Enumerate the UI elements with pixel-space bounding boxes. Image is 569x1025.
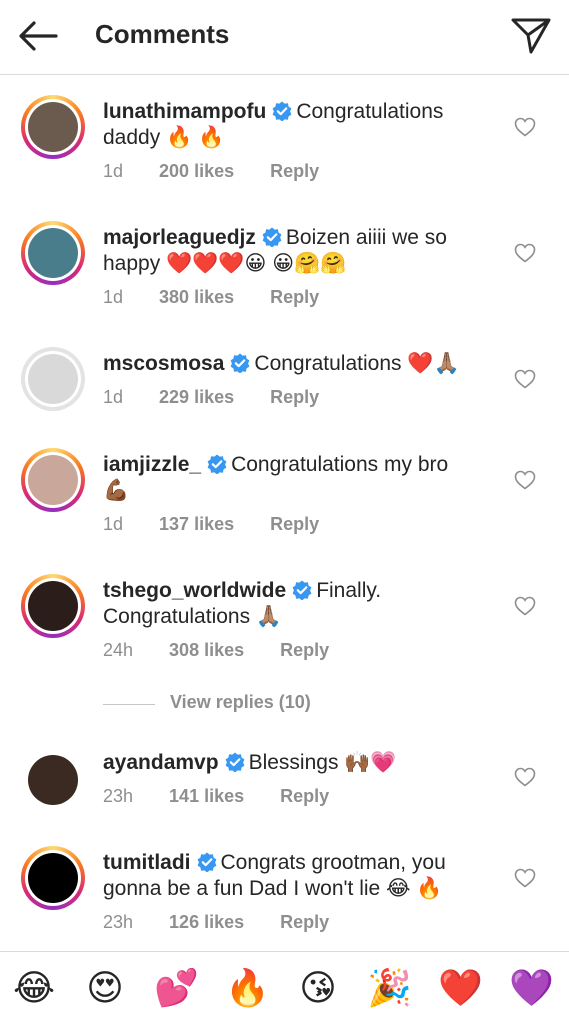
avatar-story-ring[interactable] [21, 95, 85, 159]
comment-body: iamjizzle_ Congratulations my bro 💪🏾 [103, 452, 473, 504]
emoji-party-popper-button[interactable]: 🎉 [367, 967, 412, 1011]
like-heart-icon[interactable] [514, 243, 536, 263]
comment-username[interactable]: ayandamvp [103, 751, 219, 774]
verified-badge-icon [207, 454, 227, 474]
emoji-heart-eyes-button[interactable]: 😍 [83, 967, 127, 1011]
like-heart-icon[interactable] [514, 767, 536, 787]
like-heart-icon[interactable] [514, 868, 536, 888]
divider-line [103, 704, 155, 705]
comment-text: Congratulations ❤️🙏🏽 [254, 352, 460, 375]
comment-text: Blessings 🙌🏾💗 [248, 751, 397, 774]
like-heart-icon[interactable] [514, 470, 536, 490]
avatar [28, 853, 78, 903]
comment-time: 24h [103, 640, 134, 660]
paper-plane-icon[interactable] [510, 16, 552, 56]
verified-badge-icon [262, 227, 282, 247]
comment-likes[interactable]: 200 likes [159, 161, 234, 181]
comment-meta: 1d 380 likes Reply [103, 287, 355, 308]
reply-button[interactable]: Reply [270, 287, 319, 307]
comment-username[interactable]: iamjizzle_ [103, 453, 201, 476]
view-replies-label[interactable]: View replies (10) [170, 692, 311, 713]
comment-likes[interactable]: 141 likes [169, 786, 244, 806]
avatar [28, 228, 78, 278]
comment-likes[interactable]: 308 likes [169, 640, 244, 660]
reply-button[interactable]: Reply [270, 514, 319, 534]
comment-username[interactable]: mscosmosa [103, 352, 224, 375]
avatar [28, 354, 78, 404]
avatar-story-ring[interactable] [21, 574, 85, 638]
comment-body: tshego_worldwide Finally. Congratulations… [103, 578, 473, 630]
comment-username[interactable]: lunathimampofu [103, 100, 266, 123]
emoji-laughing-button[interactable]: 😂 [12, 967, 56, 1011]
comment-meta: 23h 126 likes Reply [103, 912, 365, 933]
page-title: Comments [95, 19, 230, 49]
avatar-story-ring[interactable] [21, 448, 85, 512]
avatar-story-ring[interactable] [21, 846, 85, 910]
reply-button[interactable]: Reply [280, 912, 329, 932]
comment-likes[interactable]: 380 likes [159, 287, 234, 307]
verified-badge-icon [197, 852, 216, 872]
comment-likes[interactable]: 126 likes [169, 912, 244, 932]
emoji-kiss-button[interactable]: 😘 [296, 967, 340, 1011]
like-heart-icon[interactable] [514, 369, 536, 389]
verified-badge-icon [272, 101, 292, 121]
comment-body: ayandamvp Blessings 🙌🏾💗 [103, 750, 473, 776]
comment-body: tumitladi Congrats grootman, you gonna be… [103, 850, 473, 902]
comment-time: 1d [103, 514, 124, 534]
avatar-story-ring[interactable] [21, 221, 85, 285]
avatar [28, 102, 78, 152]
verified-badge-icon [292, 580, 312, 600]
comment-time: 23h [103, 912, 134, 932]
reply-button[interactable]: Reply [280, 786, 329, 806]
comment-time: 1d [103, 387, 124, 407]
emoji-two-hearts-button[interactable]: 💕 [154, 967, 199, 1011]
reply-button[interactable]: Reply [270, 161, 319, 181]
comment-likes[interactable]: 229 likes [159, 387, 234, 407]
comment-time: 23h [103, 786, 134, 806]
comment-meta: 1d 200 likes Reply [103, 161, 355, 182]
reply-button[interactable]: Reply [280, 640, 329, 660]
comment-time: 1d [103, 161, 124, 181]
comment-username[interactable]: tshego_worldwide [103, 579, 286, 602]
comment-body: majorleaguedjz Boizen aiiii we so happy ❤… [103, 225, 473, 277]
emoji-red-heart-button[interactable]: ❤️ [438, 967, 483, 1011]
comment-meta: 1d 137 likes Reply [103, 514, 355, 535]
comment-body: lunathimampofu Congratulations daddy 🔥 🔥 [103, 99, 473, 151]
comment-meta: 24h 308 likes Reply [103, 640, 365, 661]
comment-username[interactable]: tumitladi [103, 851, 191, 874]
top-bar: Comments [0, 0, 569, 75]
back-arrow-icon[interactable] [16, 18, 60, 54]
comment-time: 1d [103, 287, 124, 307]
like-heart-icon[interactable] [514, 117, 536, 137]
avatar [28, 581, 78, 631]
emoji-fire-button[interactable]: 🔥 [225, 967, 270, 1011]
comment-meta: 1d 229 likes Reply [103, 387, 355, 408]
emoji-purple-heart-button[interactable]: 💜 [509, 967, 554, 1011]
avatar [28, 455, 78, 505]
avatar-ring[interactable] [21, 748, 85, 812]
verified-badge-icon [225, 752, 244, 772]
comment-body: mscosmosa Congratulations ❤️🙏🏽 [103, 351, 473, 377]
avatar [28, 755, 78, 805]
avatar-ring[interactable] [21, 347, 85, 411]
emoji-reaction-bar: 😂 😍 💕 🔥 😘 🎉 ❤️ 💜 [0, 951, 569, 1025]
comment-meta: 23h 141 likes Reply [103, 786, 365, 807]
comment-likes[interactable]: 137 likes [159, 514, 234, 534]
like-heart-icon[interactable] [514, 596, 536, 616]
comment-username[interactable]: majorleaguedjz [103, 226, 256, 249]
verified-badge-icon [231, 353, 250, 373]
reply-button[interactable]: Reply [270, 387, 319, 407]
